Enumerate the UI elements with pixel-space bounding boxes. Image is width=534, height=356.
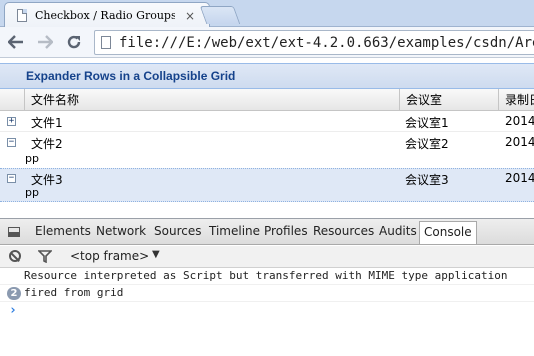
tab-title: Checkbox / Radio Groups bbox=[35, 9, 175, 22]
frame-selector[interactable]: <top frame> bbox=[70, 249, 149, 263]
page-icon bbox=[101, 36, 111, 49]
chevron-down-icon[interactable]: ▼ bbox=[152, 249, 160, 260]
tab-resources[interactable]: Resources bbox=[313, 224, 374, 238]
column-header-room[interactable]: 会议室 bbox=[400, 89, 499, 111]
tab-console[interactable]: Console bbox=[419, 221, 477, 244]
column-header-date[interactable]: 录制日 bbox=[499, 89, 534, 111]
back-arrow-icon[interactable] bbox=[5, 31, 27, 53]
column-header-name[interactable]: 文件名称 bbox=[25, 89, 400, 111]
browser-toolbar: file:///E:/web/ext/ext-4.2.0.663/example… bbox=[0, 27, 534, 58]
forward-arrow-icon[interactable] bbox=[34, 31, 56, 53]
page-icon bbox=[17, 9, 27, 22]
column-header-label: 文件名称 bbox=[31, 93, 80, 107]
tab-elements[interactable]: Elements bbox=[35, 224, 91, 238]
grid-panel-header[interactable]: Expander Rows in a Collapsible Grid bbox=[0, 63, 534, 89]
dock-icon[interactable] bbox=[8, 227, 20, 237]
column-header-label: 会议室 bbox=[406, 93, 443, 107]
cell-room: 会议室1 bbox=[405, 116, 449, 130]
close-icon[interactable]: × bbox=[185, 9, 195, 23]
repeat-count-badge: 2 bbox=[7, 287, 21, 300]
clear-console-icon[interactable] bbox=[9, 250, 21, 262]
table-row[interactable]: − 文件2 会议室2 2014 pp bbox=[0, 133, 534, 169]
grid-title: Expander Rows in a Collapsible Grid bbox=[26, 69, 236, 83]
cell-name: 文件2 bbox=[31, 137, 63, 151]
collapse-icon[interactable]: − bbox=[7, 138, 16, 147]
column-header-label: 录制日 bbox=[505, 93, 534, 107]
row-expanded-body: pp bbox=[25, 186, 39, 199]
console-prompt-icon[interactable]: › bbox=[9, 303, 17, 318]
page-viewport: Expander Rows in a Collapsible Grid 文件名称… bbox=[0, 58, 534, 218]
tab-audits[interactable]: Audits bbox=[379, 224, 417, 238]
filter-icon[interactable] bbox=[37, 250, 53, 264]
expander-column-header bbox=[0, 89, 25, 111]
table-row[interactable]: + 文件1 会议室1 2014 bbox=[0, 112, 534, 132]
expand-icon[interactable]: + bbox=[7, 117, 16, 126]
devtools-tab-bar: Elements Network Sources Timeline Profil… bbox=[0, 219, 534, 245]
console-message-text: fired from grid bbox=[24, 286, 124, 299]
tab-profiles[interactable]: Profiles bbox=[264, 224, 308, 238]
collapse-icon[interactable]: − bbox=[7, 174, 16, 183]
row-expanded-body: pp bbox=[25, 152, 39, 165]
console-message: Resource interpreted as Script but trans… bbox=[0, 268, 534, 285]
console-message: 2 fired from grid bbox=[0, 285, 534, 302]
browser-tab[interactable]: Checkbox / Radio Groups × bbox=[4, 2, 210, 28]
new-tab-button[interactable] bbox=[199, 6, 241, 24]
cell-room: 会议室3 bbox=[405, 173, 449, 187]
address-bar[interactable]: file:///E:/web/ext/ext-4.2.0.663/example… bbox=[94, 30, 534, 55]
cell-room: 会议室2 bbox=[405, 137, 449, 151]
url-text: file:///E:/web/ext/ext-4.2.0.663/example… bbox=[119, 34, 534, 51]
tab-timeline[interactable]: Timeline bbox=[209, 224, 260, 238]
cell-date: 2014 bbox=[505, 135, 534, 149]
tab-network[interactable]: Network bbox=[96, 224, 146, 238]
console-toolbar: <top frame> ▼ bbox=[0, 246, 534, 268]
console-message-text: Resource interpreted as Script but trans… bbox=[24, 269, 508, 282]
cell-name: 文件1 bbox=[31, 116, 63, 130]
cell-date: 2014 bbox=[505, 114, 534, 128]
devtools-panel: Elements Network Sources Timeline Profil… bbox=[0, 218, 534, 356]
table-row[interactable]: − 文件3 会议室3 2014 pp bbox=[0, 168, 534, 202]
tab-sources[interactable]: Sources bbox=[154, 224, 201, 238]
tab-strip: Checkbox / Radio Groups × bbox=[0, 0, 534, 28]
reload-icon[interactable] bbox=[63, 31, 85, 53]
cell-date: 2014 bbox=[505, 171, 534, 185]
